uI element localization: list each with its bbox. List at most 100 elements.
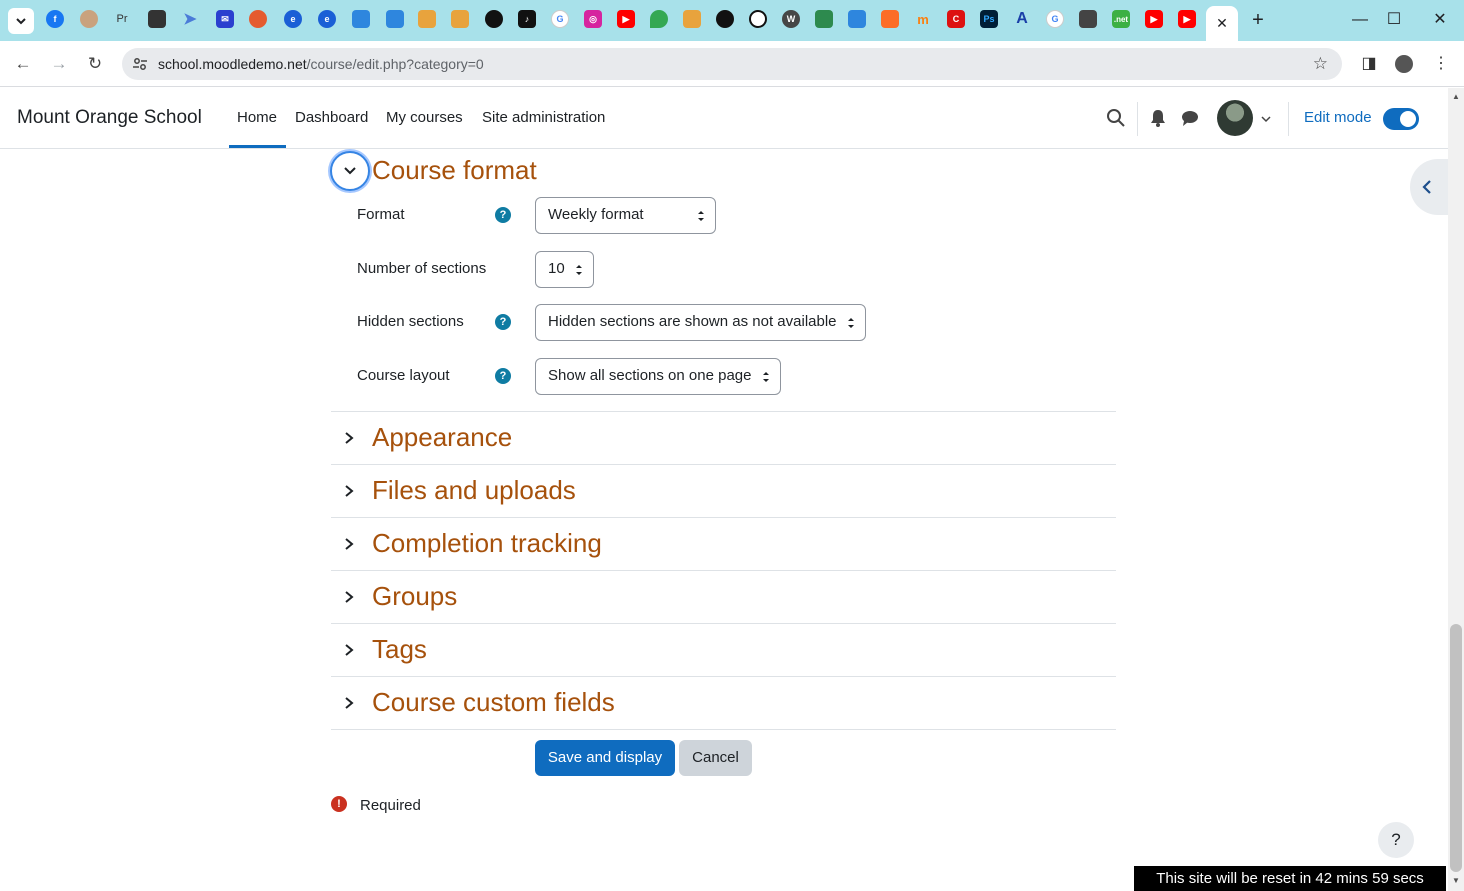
search-icon[interactable]	[1106, 108, 1126, 128]
net-icon[interactable]: .net	[1112, 10, 1130, 28]
github-icon[interactable]	[485, 10, 503, 28]
number-of-sections-select[interactable]: 10	[535, 251, 594, 288]
navbar-divider	[1137, 102, 1138, 136]
scroll-up-icon[interactable]: ▲	[1451, 92, 1461, 102]
open-block-drawer-button[interactable]	[1410, 159, 1448, 215]
section-title-course-custom-fields[interactable]: Course custom fields	[372, 687, 615, 718]
window-close-icon[interactable]: ✕	[1428, 8, 1452, 32]
facebook-icon[interactable]: f	[46, 10, 64, 28]
chevron-right-icon[interactable]	[343, 643, 355, 657]
google-icon[interactable]: G	[1046, 10, 1064, 28]
circle-e-icon[interactable]: e	[318, 10, 336, 28]
wordpress-icon[interactable]: W	[782, 10, 800, 28]
scroll-thumb[interactable]	[1450, 624, 1462, 872]
youtube-icon[interactable]: ▶	[1178, 10, 1196, 28]
active-tab-close-button[interactable]: ✕	[1206, 6, 1238, 41]
course-layout-select[interactable]: Show all sections on one page	[535, 358, 781, 395]
bell-icon[interactable]	[1148, 108, 1168, 128]
chevron-right-icon[interactable]	[343, 484, 355, 498]
help-icon[interactable]: ?	[495, 314, 511, 330]
mail-icon[interactable]: ✉	[216, 10, 234, 28]
required-icon: !	[331, 796, 347, 812]
news-icon[interactable]	[386, 10, 404, 28]
tab-search-button[interactable]	[8, 8, 34, 34]
address-bar[interactable]: school.moodledemo.net/course/edit.php?ca…	[122, 48, 1342, 80]
help-icon[interactable]: ?	[495, 368, 511, 384]
ps-icon[interactable]: Ps	[980, 10, 998, 28]
browser-toolbar: ← → ↻ school.moodledemo.net/course/edit.…	[0, 41, 1464, 87]
number-of-sections-value: 10	[548, 260, 565, 277]
help-icon[interactable]: ?	[495, 207, 511, 223]
news-icon[interactable]	[352, 10, 370, 28]
section-title-course-format[interactable]: Course format	[372, 155, 537, 186]
chevron-right-icon[interactable]	[343, 696, 355, 710]
github-icon[interactable]	[716, 10, 734, 28]
messages-icon[interactable]	[1180, 108, 1200, 128]
chevron-right-icon[interactable]	[343, 537, 355, 551]
c-icon[interactable]: C	[947, 10, 965, 28]
edit-mode-toggle[interactable]	[1383, 108, 1419, 130]
nav-dashboard[interactable]: Dashboard	[295, 109, 368, 126]
back-icon[interactable]: ←	[12, 53, 34, 75]
robot-icon[interactable]	[815, 10, 833, 28]
section-title-groups[interactable]: Groups	[372, 581, 457, 612]
select-arrows-icon	[698, 211, 704, 221]
user-avatar[interactable]	[1217, 100, 1253, 136]
bookmark-star-icon[interactable]: ☆	[1313, 54, 1328, 74]
bird-icon[interactable]	[249, 10, 267, 28]
select-arrows-icon	[848, 318, 854, 328]
reload-icon[interactable]: ↻	[84, 53, 106, 75]
minimize-icon[interactable]: —	[1348, 8, 1372, 32]
url-text: school.moodledemo.net/course/edit.php?ca…	[158, 56, 484, 72]
help-button[interactable]: ?	[1378, 822, 1414, 858]
chevron-down-icon[interactable]	[1261, 115, 1271, 123]
browser-menu-icon[interactable]: ⋮	[1430, 53, 1452, 75]
chevron-right-icon[interactable]	[343, 590, 355, 604]
new-tab-button[interactable]: +	[1248, 10, 1268, 30]
arrow-icon[interactable]: ➤	[181, 10, 199, 28]
stack-icon[interactable]	[418, 10, 436, 28]
profile-icon[interactable]	[80, 10, 98, 28]
compass-icon[interactable]	[749, 10, 767, 28]
stack-icon[interactable]	[451, 10, 469, 28]
section-title-tags[interactable]: Tags	[372, 634, 427, 665]
cat-icon[interactable]	[1079, 10, 1097, 28]
stack-icon[interactable]	[683, 10, 701, 28]
course-layout-label: Course layout	[357, 367, 450, 384]
scroll-down-icon[interactable]: ▼	[1451, 876, 1461, 886]
site-brand[interactable]: Mount Orange School	[17, 107, 202, 129]
profile-avatar-icon[interactable]	[1393, 53, 1415, 75]
collapse-section-button[interactable]	[330, 151, 370, 191]
forward-icon[interactable]: →	[48, 53, 70, 75]
youtube-icon[interactable]: ▶	[617, 10, 635, 28]
chevron-right-icon[interactable]	[343, 431, 355, 445]
nav-home[interactable]: Home	[237, 109, 277, 126]
tiktok-icon[interactable]: ♪	[518, 10, 536, 28]
section-title-files-and-uploads[interactable]: Files and uploads	[372, 475, 576, 506]
a-icon[interactable]: A	[1013, 10, 1031, 28]
circle-e-icon[interactable]: e	[284, 10, 302, 28]
app-icon[interactable]	[148, 10, 166, 28]
maps-icon[interactable]	[650, 10, 668, 28]
url-domain: school.moodledemo.net	[158, 56, 307, 72]
youtube-icon[interactable]: ▶	[1145, 10, 1163, 28]
save-and-display-button[interactable]: Save and display	[535, 740, 675, 776]
section-title-appearance[interactable]: Appearance	[372, 422, 512, 453]
page-scrollbar[interactable]: ▲ ▼	[1448, 88, 1464, 891]
select-arrows-icon	[763, 372, 769, 382]
site-settings-icon[interactable]	[132, 56, 148, 72]
hidden-sections-select[interactable]: Hidden sections are shown as not availab…	[535, 304, 866, 341]
gitlab-icon[interactable]	[881, 10, 899, 28]
news-icon[interactable]	[848, 10, 866, 28]
section-title-completion-tracking[interactable]: Completion tracking	[372, 528, 602, 559]
maximize-icon[interactable]: ☐	[1382, 8, 1406, 32]
google-icon[interactable]: G	[551, 10, 569, 28]
pr-icon[interactable]: Pr	[113, 10, 131, 28]
instagram-icon[interactable]: ◎	[584, 10, 602, 28]
cancel-button[interactable]: Cancel	[679, 740, 752, 776]
moodle-icon[interactable]: m	[914, 10, 932, 28]
nav-site-administration[interactable]: Site administration	[482, 109, 605, 126]
nav-my-courses[interactable]: My courses	[386, 109, 463, 126]
format-select[interactable]: Weekly format	[535, 197, 716, 234]
side-panel-icon[interactable]: ◨	[1358, 53, 1380, 75]
